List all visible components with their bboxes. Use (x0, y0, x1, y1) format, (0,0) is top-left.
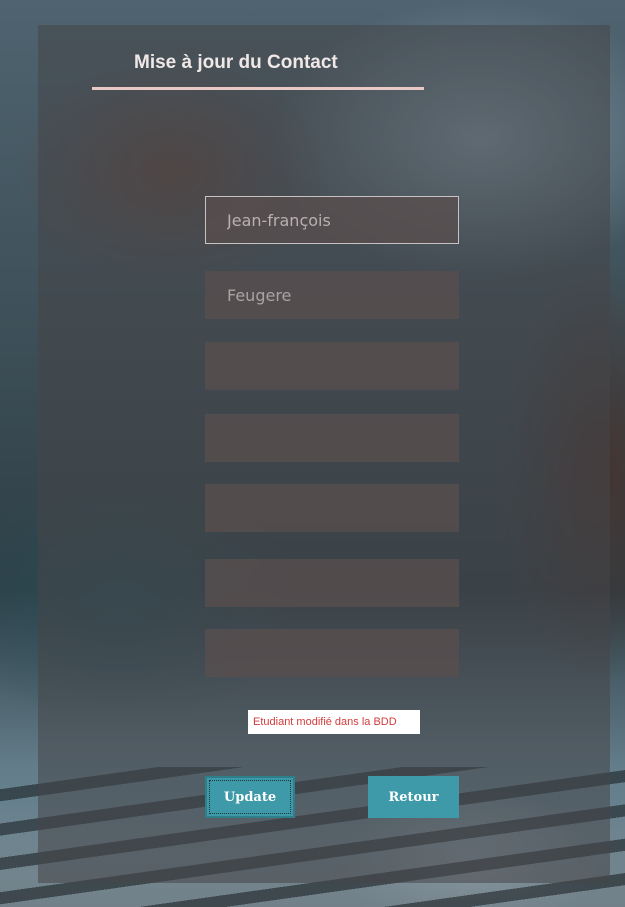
page-title: Mise à jour du Contact (134, 52, 338, 73)
first-name-field[interactable] (205, 196, 459, 244)
form-field-7[interactable] (205, 629, 459, 677)
form-field-6[interactable] (205, 559, 459, 607)
retour-button[interactable]: Retour (368, 776, 459, 818)
status-message: Etudiant modifié dans la BDD (248, 710, 420, 734)
form-field-5[interactable] (205, 484, 459, 532)
last-name-field[interactable] (205, 271, 459, 319)
form-field-4[interactable] (205, 414, 459, 462)
title-underline (92, 87, 424, 90)
update-button[interactable]: Update (205, 776, 295, 818)
form-field-3[interactable] (205, 342, 459, 390)
